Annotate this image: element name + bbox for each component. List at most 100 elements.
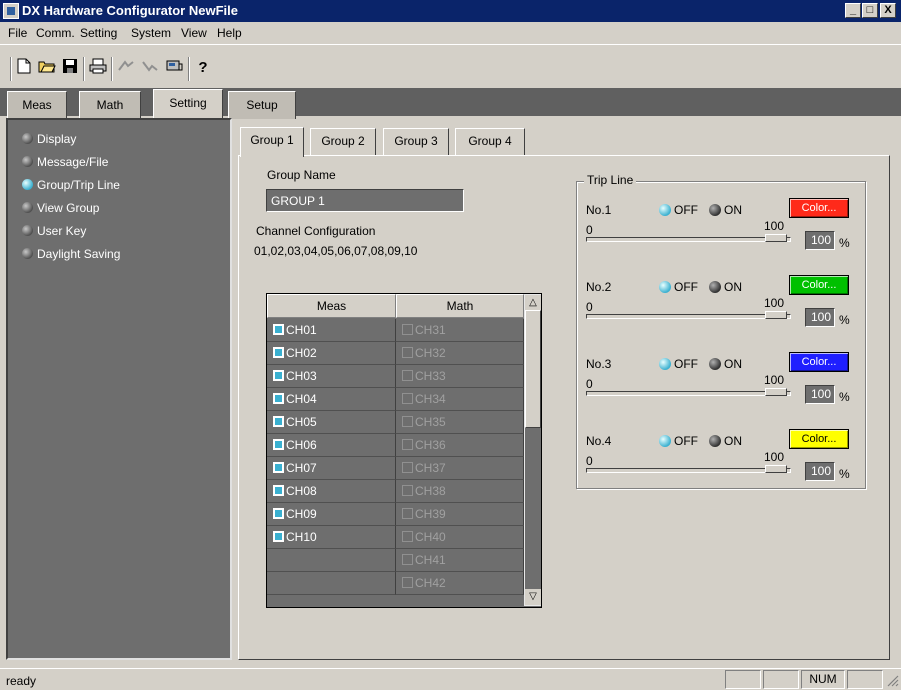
meas-channel-cell[interactable]: CH03 (267, 365, 396, 388)
group-name-input[interactable] (266, 189, 464, 212)
checkbox-unchecked-icon[interactable] (402, 554, 413, 565)
slider-thumb[interactable] (765, 388, 787, 396)
resize-grip-icon[interactable] (886, 674, 899, 687)
checkbox-unchecked-icon[interactable] (402, 347, 413, 358)
trip-percent-input[interactable]: 100 (805, 231, 835, 250)
checkbox-checked-icon[interactable] (273, 439, 284, 450)
comm-device-icon[interactable] (164, 58, 184, 78)
tab-group-2[interactable]: Group 2 (310, 128, 376, 155)
slider-thumb[interactable] (765, 465, 787, 473)
trip-position-slider[interactable] (586, 468, 791, 473)
tab-group-1[interactable]: Group 1 (240, 127, 304, 157)
tab-group-4[interactable]: Group 4 (455, 128, 525, 155)
checkbox-checked-icon[interactable] (273, 393, 284, 404)
checkbox-unchecked-icon[interactable] (402, 393, 413, 404)
checkbox-unchecked-icon[interactable] (402, 370, 413, 381)
tab-group-3[interactable]: Group 3 (383, 128, 449, 155)
math-channel-cell[interactable]: CH34 (396, 388, 524, 411)
checkbox-checked-icon[interactable] (273, 370, 284, 381)
meas-channel-cell[interactable]: CH07 (267, 457, 396, 480)
app-icon[interactable] (3, 3, 19, 19)
nav-item-view-group[interactable]: View Group (22, 201, 99, 219)
tab-meas[interactable]: Meas (7, 91, 67, 119)
trip-on-radio[interactable]: ON (709, 434, 742, 448)
column-header-math[interactable]: Math (396, 294, 524, 318)
trip-percent-input[interactable]: 100 (805, 462, 835, 481)
trip-off-radio[interactable]: OFF (659, 434, 698, 448)
comm-send-icon[interactable] (116, 58, 136, 78)
nav-item-message-file[interactable]: Message/File (22, 155, 108, 173)
color-button[interactable]: Color... (789, 352, 849, 372)
checkbox-checked-icon[interactable] (273, 531, 284, 542)
close-button[interactable]: X (880, 3, 896, 18)
menu-setting[interactable]: Setting (80, 26, 117, 40)
menu-help[interactable]: Help (217, 26, 242, 40)
checkbox-checked-icon[interactable] (273, 324, 284, 335)
scroll-down-arrow-icon[interactable]: ▽ (525, 589, 541, 605)
comm-receive-icon[interactable] (140, 58, 160, 78)
scroll-track[interactable] (525, 428, 541, 590)
meas-channel-cell[interactable]: CH08 (267, 480, 396, 503)
menu-file[interactable]: File (8, 26, 27, 40)
trip-on-radio[interactable]: ON (709, 357, 742, 371)
menu-comm[interactable]: Comm. (36, 26, 75, 40)
meas-channel-cell[interactable]: CH02 (267, 342, 396, 365)
trip-on-radio[interactable]: ON (709, 203, 742, 217)
checkbox-checked-icon[interactable] (273, 347, 284, 358)
checkbox-checked-icon[interactable] (273, 508, 284, 519)
minimize-button[interactable]: _ (845, 3, 861, 18)
meas-channel-cell[interactable]: CH05 (267, 411, 396, 434)
nav-item-group-trip-line[interactable]: Group/Trip Line (22, 178, 120, 196)
color-button[interactable]: Color... (789, 275, 849, 295)
slider-thumb[interactable] (765, 234, 787, 242)
meas-channel-cell[interactable]: CH01 (267, 319, 396, 342)
checkbox-checked-icon[interactable] (273, 485, 284, 496)
math-channel-cell[interactable]: CH36 (396, 434, 524, 457)
checkbox-checked-icon[interactable] (273, 462, 284, 473)
nav-item-daylight-saving[interactable]: Daylight Saving (22, 247, 120, 265)
checkbox-unchecked-icon[interactable] (402, 416, 413, 427)
scroll-thumb[interactable] (525, 310, 541, 428)
tab-math[interactable]: Math (79, 91, 141, 119)
trip-percent-input[interactable]: 100 (805, 385, 835, 404)
color-button[interactable]: Color... (789, 198, 849, 218)
trip-off-radio[interactable]: OFF (659, 357, 698, 371)
tab-setting[interactable]: Setting (153, 89, 223, 119)
checkbox-unchecked-icon[interactable] (402, 508, 413, 519)
nav-item-display[interactable]: Display (22, 132, 76, 150)
checkbox-unchecked-icon[interactable] (402, 577, 413, 588)
trip-position-slider[interactable] (586, 314, 791, 319)
column-header-meas[interactable]: Meas (267, 294, 396, 318)
checkbox-checked-icon[interactable] (273, 416, 284, 427)
math-channel-cell[interactable]: CH39 (396, 503, 524, 526)
slider-thumb[interactable] (765, 311, 787, 319)
checkbox-unchecked-icon[interactable] (402, 485, 413, 496)
trip-on-radio[interactable]: ON (709, 280, 742, 294)
trip-percent-input[interactable]: 100 (805, 308, 835, 327)
math-channel-cell[interactable]: CH37 (396, 457, 524, 480)
checkbox-unchecked-icon[interactable] (402, 531, 413, 542)
meas-channel-cell[interactable]: CH04 (267, 388, 396, 411)
maximize-button[interactable]: □ (862, 3, 878, 18)
trip-position-slider[interactable] (586, 391, 791, 396)
tab-setup[interactable]: Setup (228, 91, 296, 119)
checkbox-unchecked-icon[interactable] (402, 462, 413, 473)
meas-channel-cell[interactable]: CH06 (267, 434, 396, 457)
math-channel-cell[interactable]: CH40 (396, 526, 524, 549)
scroll-up-arrow-icon[interactable]: △ (525, 295, 541, 311)
color-button[interactable]: Color... (789, 429, 849, 449)
open-folder-icon[interactable] (37, 58, 57, 78)
nav-item-user-key[interactable]: User Key (22, 224, 86, 242)
math-channel-cell[interactable]: CH41 (396, 549, 524, 572)
math-channel-cell[interactable]: CH38 (396, 480, 524, 503)
save-icon[interactable] (60, 58, 80, 78)
print-icon[interactable] (88, 58, 108, 78)
checkbox-unchecked-icon[interactable] (402, 324, 413, 335)
math-channel-cell[interactable]: CH32 (396, 342, 524, 365)
math-channel-cell[interactable]: CH42 (396, 572, 524, 595)
menu-view[interactable]: View (181, 26, 207, 40)
math-channel-cell[interactable]: CH31 (396, 319, 524, 342)
math-channel-cell[interactable]: CH35 (396, 411, 524, 434)
trip-off-radio[interactable]: OFF (659, 203, 698, 217)
trip-position-slider[interactable] (586, 237, 791, 242)
